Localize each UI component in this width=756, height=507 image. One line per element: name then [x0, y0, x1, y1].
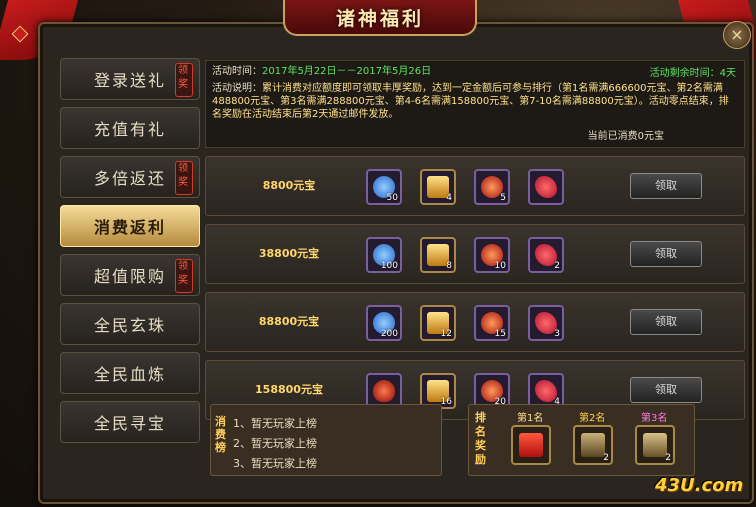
talisman-item-icon[interactable]: 15 [474, 305, 510, 341]
item-count: 8 [446, 261, 452, 271]
blue-orb-item-icon[interactable]: 200 [366, 305, 402, 341]
sidebar-item-label: 超值限购 [93, 267, 166, 286]
description-text: 累计消费对应额度即可领取丰厚奖励，达到一定金额后可参与排行（第1名需满66660… [212, 83, 729, 120]
tier-amount: 8800元宝 [262, 179, 316, 192]
red-wing-item-icon[interactable]: 2 [528, 237, 564, 273]
reward-rows: 8800元宝 50 4 5 领取 38800元宝 100 8 10 2 领取 8… [205, 156, 745, 420]
ranking-entry: 1、暂无玩家上榜 [233, 417, 317, 430]
reward-row: 88800元宝 200 12 15 3 领取 [205, 292, 745, 352]
sidebar-item-label: 充值有礼 [93, 120, 166, 139]
sidebar-item-treasure-hunt[interactable]: 全民寻宝 [60, 401, 200, 443]
item-count: 5 [500, 193, 506, 203]
red-wing-item-icon[interactable]: 3 [528, 305, 564, 341]
sidebar-item-label: 全民寻宝 [93, 414, 166, 433]
reward-badge: 领奖 [175, 259, 193, 293]
blue-orb-item-icon[interactable]: 100 [366, 237, 402, 273]
rank-label: 第1名 [517, 413, 544, 424]
main-content: 活动时间：2017年5月22日－－2017年5月26日 活动剩余时间：4天 活动… [205, 60, 745, 428]
ranking-entry: 2、暂无玩家上榜 [233, 437, 317, 450]
activity-info-panel: 活动时间：2017年5月22日－－2017年5月26日 活动剩余时间：4天 活动… [205, 60, 745, 148]
consumption-ranking-panel: 消费榜 1、暂无玩家上榜 2、暂无玩家上榜 3、暂无玩家上榜 [210, 404, 442, 476]
claim-button[interactable]: 领取 [630, 241, 702, 267]
talisman-item-icon[interactable]: 5 [474, 169, 510, 205]
sidebar-item-xuelian[interactable]: 全民血炼 [60, 352, 200, 394]
remaining-time: 活动剩余时间：4天 [649, 68, 736, 79]
sidebar-item-label: 全民玄珠 [93, 316, 166, 335]
item-count: 10 [494, 261, 506, 271]
sidebar-item-label: 登录送礼 [93, 71, 166, 90]
item-count: 200 [380, 329, 398, 339]
sidebar-item-xuanzhu[interactable]: 全民玄珠 [60, 303, 200, 345]
activity-time-value: 2017年5月22日－－2017年5月26日 [262, 66, 432, 77]
blue-orb-item-icon[interactable]: 50 [366, 169, 402, 205]
red-wing-item-icon[interactable] [528, 169, 564, 205]
item-count: 2 [554, 261, 560, 271]
treasure-chest-icon[interactable]: 2 [573, 425, 613, 465]
reward-badge: 领奖 [175, 63, 193, 97]
gold-ingot-item-icon[interactable]: 8 [420, 237, 456, 273]
item-count: 2 [603, 453, 609, 463]
ranking-title: 消费榜 [215, 415, 226, 454]
current-consumption: 当前已消费0元宝 [587, 131, 664, 142]
item-count: 3 [554, 329, 560, 339]
gift-box-reward-icon[interactable] [511, 425, 551, 465]
item-count: 15 [494, 329, 506, 339]
item-count: 100 [380, 261, 398, 271]
close-button[interactable]: × [723, 21, 751, 49]
rank-label: 第3名 [641, 413, 668, 424]
description-label: 活动说明： [212, 83, 262, 94]
item-count: 50 [386, 193, 398, 203]
reward-row: 38800元宝 100 8 10 2 领取 [205, 224, 745, 284]
tier-amount: 88800元宝 [258, 315, 320, 328]
sidebar-item-multiple-return[interactable]: 多倍返还 领奖 [60, 156, 200, 198]
reward-row: 8800元宝 50 4 5 领取 [205, 156, 745, 216]
claim-button[interactable]: 领取 [630, 377, 702, 403]
activity-time-label: 活动时间： [212, 66, 262, 77]
dialog-title: 诸神福利 [283, 0, 477, 36]
sidebar-item-consume-rebate[interactable]: 消费返利 [60, 205, 200, 247]
sidebar-item-recharge-gift[interactable]: 充值有礼 [60, 107, 200, 149]
item-count: 16 [440, 397, 452, 407]
sidebar-item-login-gift[interactable]: 登录送礼 领奖 [60, 58, 200, 100]
tier-amount: 158800元宝 [255, 383, 323, 396]
gold-ingot-item-icon[interactable]: 4 [420, 169, 456, 205]
ranking-entry: 3、暂无玩家上榜 [233, 457, 317, 470]
reward-badge: 领奖 [175, 161, 193, 195]
sidebar: 登录送礼 领奖 充值有礼 多倍返还 领奖 消费返利 超值限购 领奖 全民玄珠 全民血炼… [60, 58, 200, 450]
sidebar-item-limited-purchase[interactable]: 超值限购 领奖 [60, 254, 200, 296]
gold-ingot-item-icon[interactable]: 12 [420, 305, 456, 341]
item-count: 4 [446, 193, 452, 203]
sidebar-item-label: 多倍返还 [93, 169, 166, 188]
claim-button[interactable]: 领取 [630, 309, 702, 335]
tier-amount: 38800元宝 [258, 247, 320, 260]
site-logo: 43U.com [655, 475, 744, 496]
rank-reward-title: 排名奖励 [475, 411, 486, 466]
claim-button[interactable]: 领取 [630, 173, 702, 199]
rank-reward-panel: 排名奖励 第1名 第2名 第3名 2 2 [468, 404, 695, 476]
rank-label: 第2名 [579, 413, 606, 424]
talisman-item-icon[interactable]: 10 [474, 237, 510, 273]
item-count: 2 [665, 453, 671, 463]
treasure-chest-icon[interactable]: 2 [635, 425, 675, 465]
item-count: 12 [440, 329, 452, 339]
sidebar-item-label: 全民血炼 [93, 365, 166, 384]
sidebar-item-label: 消费返利 [93, 218, 166, 237]
